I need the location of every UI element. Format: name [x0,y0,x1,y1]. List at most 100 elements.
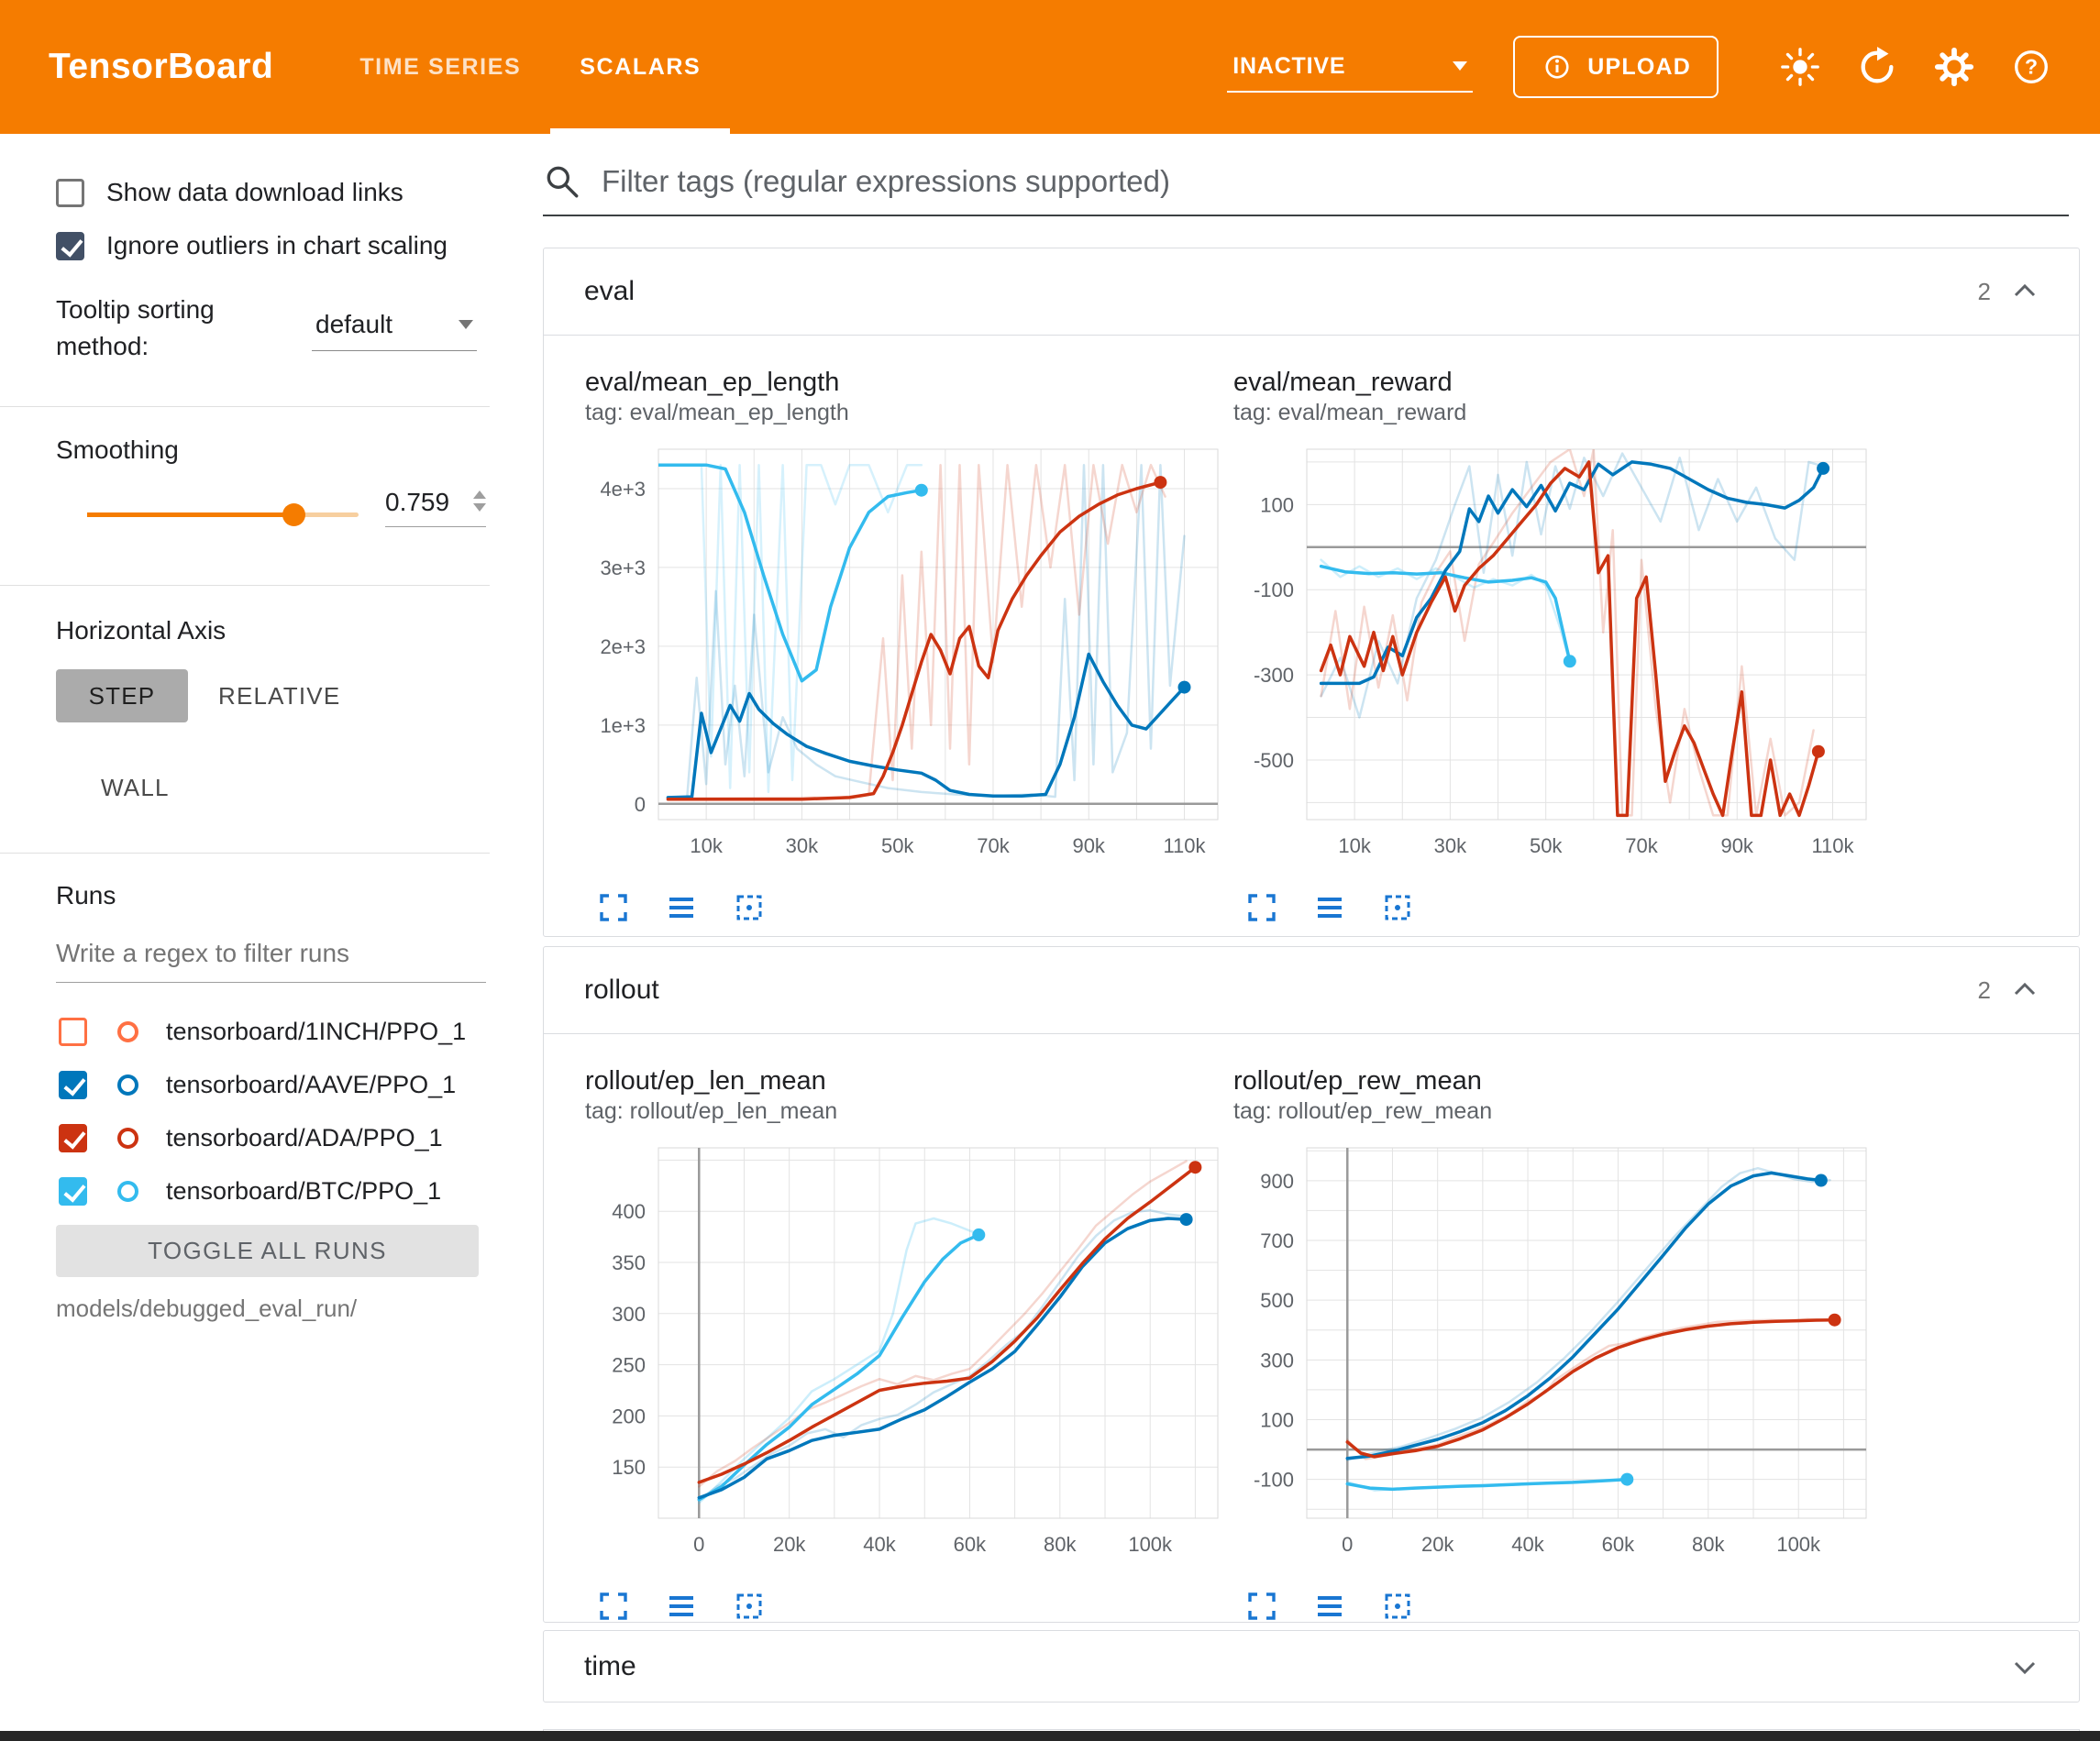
run-color-ring [117,1074,138,1096]
svg-text:90k: 90k [1720,834,1753,857]
axis-wall-button[interactable]: WALL [101,761,170,814]
run-checkbox[interactable] [59,1018,87,1046]
section-header[interactable]: time [544,1631,2079,1702]
chevron-up-icon[interactable] [2011,980,2039,1000]
smoothing-slider[interactable] [87,503,359,525]
run-checkbox[interactable] [59,1071,87,1099]
gear-icon [1933,46,1975,88]
slider-thumb[interactable] [282,503,305,526]
spinner-down-icon[interactable] [473,503,486,512]
settings-button[interactable] [1926,39,1983,95]
data-table-icon[interactable] [1314,892,1345,928]
chart-toolbar [585,1591,1227,1626]
ignore-outliers-row[interactable]: Ignore outliers in chart scaling [56,231,448,260]
sidebar: Show data download links Ignore outliers… [0,134,495,1741]
show-download-links-checkbox[interactable] [56,179,84,207]
tooltip-sorting-label: Tooltip sorting method: [56,292,267,365]
fit-domain-icon[interactable] [734,892,765,928]
svg-text:?: ? [2025,55,2038,79]
chart-rollout-ep-rew-mean: rollout/ep_rew_mean tag: rollout/ep_rew_… [1233,1064,1875,1626]
svg-text:2e+3: 2e+3 [600,635,646,658]
run-item-1inch[interactable]: tensorboard/1INCH/PPO_1 [59,1005,466,1058]
fit-domain-icon[interactable] [1382,892,1413,928]
svg-text:-500: -500 [1254,749,1294,772]
smoothing-value-field[interactable]: 0.759 [385,488,486,527]
section-title: rollout [584,975,659,1006]
runs-label: Runs [56,881,116,910]
run-item-aave[interactable]: tensorboard/AAVE/PPO_1 [59,1058,456,1111]
brightness-toggle-button[interactable] [1772,39,1829,95]
show-download-links-row[interactable]: Show data download links [56,178,403,207]
chart-plot[interactable]: 020k40k60k80k100k-100100300500700900 [1233,1135,1871,1580]
svg-text:250: 250 [612,1354,646,1377]
run-item-btc[interactable]: tensorboard/BTC/PPO_1 [59,1164,441,1218]
tag-filter-input[interactable]: Filter tags (regular expressions support… [543,149,2069,216]
svg-text:30k: 30k [1434,834,1467,857]
status-value: INACTIVE [1232,53,1345,80]
spinner-up-icon[interactable] [473,490,486,499]
svg-text:50k: 50k [881,834,914,857]
chart-tag: tag: eval/mean_ep_length [585,399,1227,427]
caret-down-icon [459,320,473,329]
divider [0,585,490,586]
main-tabs: TIME SERIES SCALARS [330,0,730,134]
slider-track[interactable] [87,512,359,517]
runs-filter-input[interactable]: Write a regex to filter runs [56,939,486,983]
caret-down-icon [1453,61,1467,71]
svg-text:1e+3: 1e+3 [600,714,646,737]
app-header: TensorBoard TIME SERIES SCALARS INACTIVE… [0,0,2100,134]
section-header[interactable]: eval 2 [544,248,2079,336]
chart-tag: tag: rollout/ep_len_mean [585,1097,1227,1126]
ignore-outliers-checkbox[interactable] [56,232,84,260]
horizontal-axis-label: Horizontal Axis [56,616,226,645]
chart-tag: tag: rollout/ep_rew_mean [1233,1097,1875,1126]
tab-scalars[interactable]: SCALARS [550,0,730,134]
data-table-icon[interactable] [666,892,697,928]
tab-time-series[interactable]: TIME SERIES [330,0,550,134]
svg-text:-300: -300 [1254,664,1294,687]
fit-domain-icon[interactable] [1382,1591,1413,1626]
svg-text:20k: 20k [773,1533,806,1556]
axis-step-button[interactable]: STEP [56,669,188,722]
data-table-icon[interactable] [666,1591,697,1626]
chart-title: eval/mean_reward [1233,366,1875,399]
svg-text:60k: 60k [1602,1533,1635,1556]
fit-domain-icon[interactable] [734,1591,765,1626]
svg-text:900: 900 [1260,1170,1294,1193]
upload-button[interactable]: UPLOAD [1513,36,1719,98]
axis-relative-button[interactable]: RELATIVE [218,669,340,722]
svg-text:40k: 40k [1511,1533,1544,1556]
fullscreen-icon[interactable] [598,892,629,928]
fullscreen-icon[interactable] [1246,1591,1277,1626]
chart-plot[interactable]: 10k30k50k70k90k110k100-100-300-500 [1233,436,1871,881]
run-color-ring [117,1128,138,1149]
svg-text:500: 500 [1260,1289,1294,1312]
section-header[interactable]: rollout 2 [544,947,2079,1034]
tooltip-sorting-select[interactable]: default [312,310,477,351]
run-checkbox[interactable] [59,1177,87,1206]
toggle-all-runs-button[interactable]: TOGGLE ALL RUNS [56,1225,479,1277]
number-spinner[interactable] [473,490,486,512]
fullscreen-icon[interactable] [598,1591,629,1626]
search-icon [543,162,581,201]
svg-text:50k: 50k [1530,834,1563,857]
svg-text:110k: 110k [1811,834,1854,857]
chevron-down-icon[interactable] [2011,1657,2039,1677]
run-checkbox[interactable] [59,1124,87,1152]
data-table-icon[interactable] [1314,1591,1345,1626]
svg-text:80k: 80k [1044,1533,1077,1556]
refresh-button[interactable] [1849,39,1906,95]
svg-text:0: 0 [693,1533,704,1556]
help-button[interactable]: ? [2003,39,2060,95]
chart-plot[interactable]: 020k40k60k80k100k150200250300350400 [585,1135,1222,1580]
status-dropdown[interactable]: INACTIVE [1227,42,1473,93]
fullscreen-icon[interactable] [1246,892,1277,928]
refresh-icon [1856,46,1898,88]
run-item-ada[interactable]: tensorboard/ADA/PPO_1 [59,1111,443,1164]
app-title: TensorBoard [49,47,273,87]
chart-plot[interactable]: 10k30k50k70k90k110k01e+32e+33e+34e+3 [585,436,1222,881]
help-icon: ? [2010,46,2052,88]
svg-text:-100: -100 [1254,1469,1294,1492]
chevron-up-icon[interactable] [2011,281,2039,302]
smoothing-value: 0.759 [385,488,449,516]
